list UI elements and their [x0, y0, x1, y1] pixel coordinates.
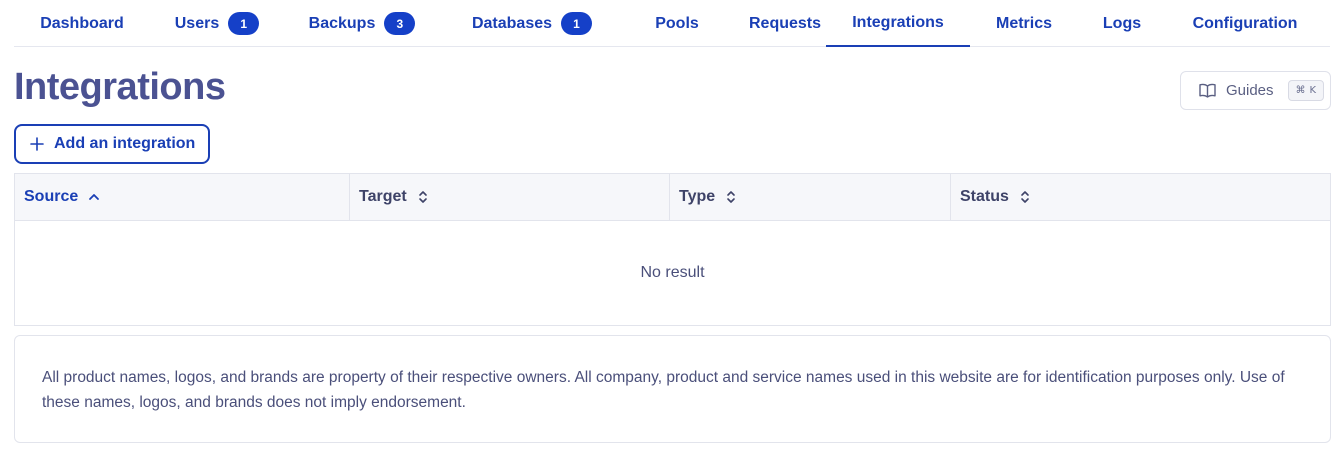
guides-label: Guides — [1226, 82, 1274, 99]
disclaimer-text: All product names, logos, and brands are… — [42, 369, 1285, 411]
chevron-up-down-icon — [1019, 190, 1031, 204]
integrations-table: Source Target Type Status No result — [14, 173, 1331, 326]
count-badge: 3 — [384, 12, 416, 35]
tab-configuration[interactable]: Configuration — [1166, 0, 1324, 47]
tab-label: Logs — [1102, 14, 1142, 32]
tab-users[interactable]: Users 1 — [150, 0, 284, 47]
add-integration-button[interactable]: Add an integration — [14, 124, 210, 164]
chevron-up-icon — [88, 193, 100, 201]
tab-requests[interactable]: Requests — [730, 0, 840, 47]
count-badge: 1 — [228, 12, 260, 35]
shortcut-key: K — [1309, 85, 1317, 96]
tab-databases[interactable]: Databases 1 — [440, 0, 624, 47]
column-label: Type — [679, 188, 716, 205]
tab-label: Users — [174, 14, 220, 32]
book-open-icon — [1199, 83, 1216, 98]
column-header-target[interactable]: Target — [350, 174, 670, 220]
tab-dashboard[interactable]: Dashboard — [14, 0, 150, 47]
column-header-status[interactable]: Status — [951, 174, 1330, 220]
chevron-up-down-icon — [417, 190, 429, 204]
tab-backups[interactable]: Backups 3 — [284, 0, 440, 47]
tab-label: Databases — [471, 14, 553, 32]
plus-icon — [30, 137, 44, 151]
column-header-source[interactable]: Source — [15, 174, 350, 220]
column-label: Source — [24, 188, 79, 205]
column-header-type[interactable]: Type — [670, 174, 951, 220]
empty-state: No result — [640, 264, 705, 281]
command-key: ⌘ — [1295, 85, 1306, 96]
tab-label: Metrics — [995, 14, 1053, 32]
tab-logs[interactable]: Logs — [1078, 0, 1166, 47]
tab-bar: Dashboard Users 1 Backups 3 Databases 1 … — [14, 0, 1330, 47]
tab-label: Pools — [655, 14, 699, 32]
tab-label: Requests — [748, 14, 822, 32]
table-header: Source Target Type Status — [15, 174, 1330, 221]
add-integration-label: Add an integration — [54, 135, 196, 152]
tab-label: Backups — [308, 14, 376, 32]
tab-label: Dashboard — [40, 14, 124, 32]
tab-metrics[interactable]: Metrics — [970, 0, 1078, 47]
tab-pools[interactable]: Pools — [624, 0, 730, 47]
footer-disclaimer: All product names, logos, and brands are… — [14, 335, 1331, 443]
count-badge: 1 — [561, 12, 593, 35]
guides-button[interactable]: Guides ⌘ K — [1180, 71, 1331, 110]
tab-integrations[interactable]: Integrations — [826, 0, 970, 47]
tab-label: Configuration — [1192, 14, 1298, 32]
tab-label: Integrations — [852, 13, 944, 31]
chevron-up-down-icon — [725, 190, 737, 204]
page-title: Integrations — [14, 66, 226, 108]
column-label: Status — [960, 188, 1009, 205]
keyboard-shortcut: ⌘ K — [1287, 80, 1325, 101]
column-label: Target — [359, 188, 407, 205]
